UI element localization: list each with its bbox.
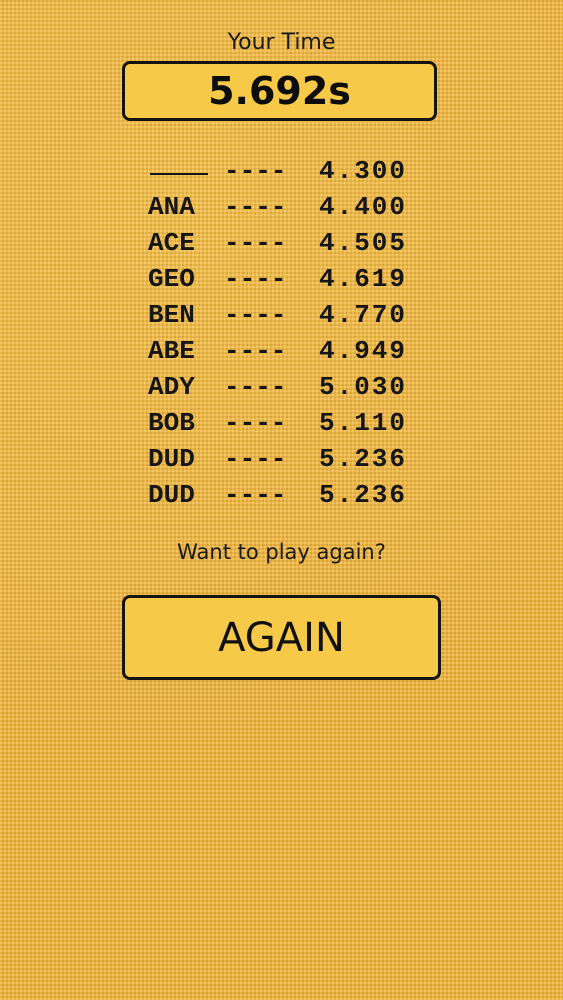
score-separator: ---- <box>224 408 287 438</box>
score-time: 4.949 <box>319 336 408 366</box>
leaderboard: ---- 4.300 ANA ---- 4.400 ACE ---- 4.505… <box>148 153 428 513</box>
score-name: ANA <box>148 192 195 222</box>
score-separator: ---- <box>224 444 287 474</box>
score-separator: ---- <box>224 156 287 186</box>
score-separator: ---- <box>224 264 287 294</box>
leaderboard-row: BOB ---- 5.110 <box>148 405 428 441</box>
leaderboard-row: ANA ---- 4.400 <box>148 189 428 225</box>
score-separator: ---- <box>224 192 287 222</box>
leaderboard-row: ABE ---- 4.949 <box>148 333 428 369</box>
score-name: ACE <box>148 228 195 258</box>
score-separator: ---- <box>224 228 287 258</box>
score-time: 4.400 <box>319 192 408 222</box>
leaderboard-row: DUD ---- 5.236 <box>148 441 428 477</box>
score-name: GEO <box>148 264 195 294</box>
score-time: 4.619 <box>319 264 408 294</box>
score-separator: ---- <box>224 336 287 366</box>
leaderboard-row: GEO ---- 4.619 <box>148 261 428 297</box>
score-separator: ---- <box>224 300 287 330</box>
score-name: BOB <box>148 408 195 438</box>
score-separator: ---- <box>224 372 287 402</box>
leaderboard-row: ADY ---- 5.030 <box>148 369 428 405</box>
score-name: ABE <box>148 336 195 366</box>
time-value: 5.692s <box>208 69 351 113</box>
score-name: ADY <box>148 372 195 402</box>
leaderboard-row: DUD ---- 5.236 <box>148 477 428 513</box>
score-separator: ---- <box>224 480 287 510</box>
your-time-label: Your Time <box>227 30 336 55</box>
time-display-box: 5.692s <box>122 61 437 121</box>
score-time: 4.300 <box>319 156 408 186</box>
score-name: DUD <box>148 444 195 474</box>
score-time: 5.030 <box>319 372 408 402</box>
score-time: 4.505 <box>319 228 408 258</box>
score-time: 5.236 <box>319 444 408 474</box>
play-again-prompt: Want to play again? <box>177 540 386 564</box>
score-name: BEN <box>148 300 195 330</box>
score-time: 4.770 <box>319 300 408 330</box>
leaderboard-row: ---- 4.300 <box>148 153 428 189</box>
score-name: DUD <box>148 480 195 510</box>
score-time: 5.110 <box>319 408 408 438</box>
again-button[interactable]: AGAIN <box>122 595 441 680</box>
leaderboard-row: BEN ---- 4.770 <box>148 297 428 333</box>
score-time: 5.236 <box>319 480 408 510</box>
leaderboard-row: ACE ---- 4.505 <box>148 225 428 261</box>
